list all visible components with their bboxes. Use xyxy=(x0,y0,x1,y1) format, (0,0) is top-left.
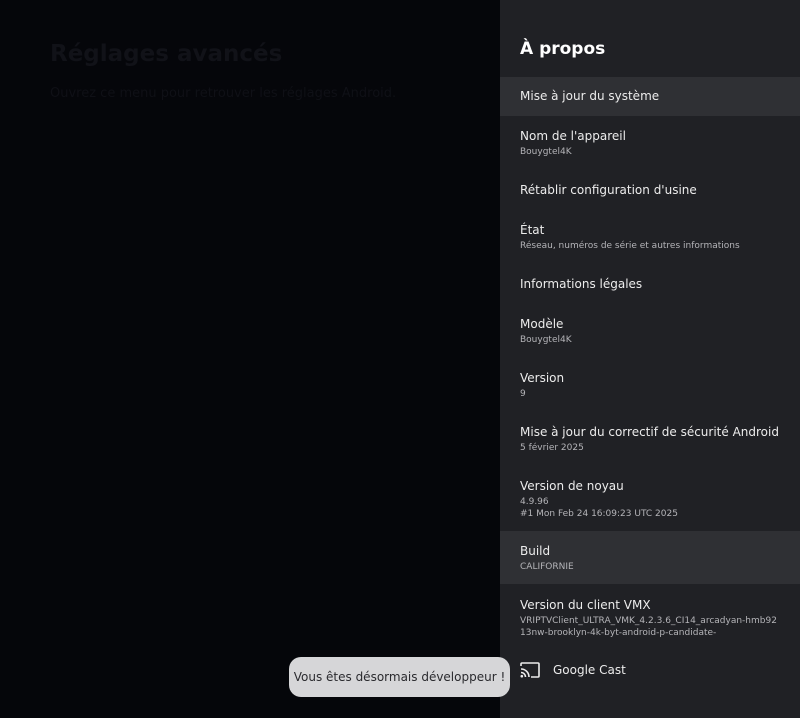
item-label: Version du client VMX xyxy=(520,598,651,612)
menu-item-status[interactable]: État Réseau, numéros de série et autres … xyxy=(500,222,800,256)
menu-item-system-update[interactable]: Mise à jour du système xyxy=(500,77,800,116)
item-label: Mise à jour du correctif de sécurité And… xyxy=(520,425,779,439)
menu-item-version[interactable]: Version 9 xyxy=(500,370,800,404)
item-label: Version xyxy=(520,371,565,385)
item-value: Bouygtel4K xyxy=(520,335,572,345)
item-label: Version de noyau xyxy=(520,479,624,493)
cast-icon xyxy=(520,662,540,678)
background-title: Réglages avancés xyxy=(50,41,283,67)
item-label: Nom de l'appareil xyxy=(520,129,626,143)
menu-item-model[interactable]: Modèle Bouygtel4K xyxy=(500,316,800,350)
item-label: Build xyxy=(520,544,551,558)
item-value: Réseau, numéros de série et autres infor… xyxy=(520,241,740,251)
item-label: Google Cast xyxy=(553,663,626,677)
item-label: État xyxy=(520,223,545,237)
item-label: Informations légales xyxy=(520,277,643,291)
settings-panel: À propos Mise à jour du système Nom de l… xyxy=(500,0,800,718)
item-value-line2: #1 Mon Feb 24 16:09:23 UTC 2025 xyxy=(520,509,678,519)
panel-title: À propos xyxy=(520,39,606,59)
item-label: Rétablir configuration d'usine xyxy=(520,183,697,197)
menu-item-factory-reset[interactable]: Rétablir configuration d'usine xyxy=(500,182,800,202)
menu-item-google-cast[interactable]: Google Cast xyxy=(520,660,790,680)
item-value: VRIPTVClient_ULTRA_VMK_4.2.3.6_CI14_arca… xyxy=(520,616,777,626)
item-label: Modèle xyxy=(520,317,564,331)
menu-item-device-name[interactable]: Nom de l'appareil Bouygtel4K xyxy=(500,128,800,162)
item-value: CALIFORNIE xyxy=(520,562,574,572)
item-label: Mise à jour du système xyxy=(520,89,660,103)
menu-item-build[interactable]: Build CALIFORNIE xyxy=(500,531,800,584)
menu-item-kernel-version[interactable]: Version de noyau 4.9.96 #1 Mon Feb 24 16… xyxy=(500,478,800,522)
menu-item-vmx-client-version[interactable]: Version du client VMX VRIPTVClient_ULTRA… xyxy=(500,597,800,641)
background-screen: Réglages avancés Ouvrez ce menu pour ret… xyxy=(0,0,500,718)
item-value-line2: 13nw-brooklyn-4k-byt-android-p-candidate… xyxy=(520,628,717,638)
item-value: Bouygtel4K xyxy=(520,147,572,157)
menu-item-legal-info[interactable]: Informations légales xyxy=(500,276,800,296)
background-subtitle: Ouvrez ce menu pour retrouver les réglag… xyxy=(50,86,397,101)
item-value: 4.9.96 xyxy=(520,497,549,507)
toast-notification: Vous êtes désormais développeur ! xyxy=(289,657,510,697)
item-value: 5 février 2025 xyxy=(520,443,584,453)
menu-item-security-patch[interactable]: Mise à jour du correctif de sécurité And… xyxy=(500,424,800,458)
toast-message: Vous êtes désormais développeur ! xyxy=(293,670,506,684)
item-value: 9 xyxy=(520,389,526,399)
